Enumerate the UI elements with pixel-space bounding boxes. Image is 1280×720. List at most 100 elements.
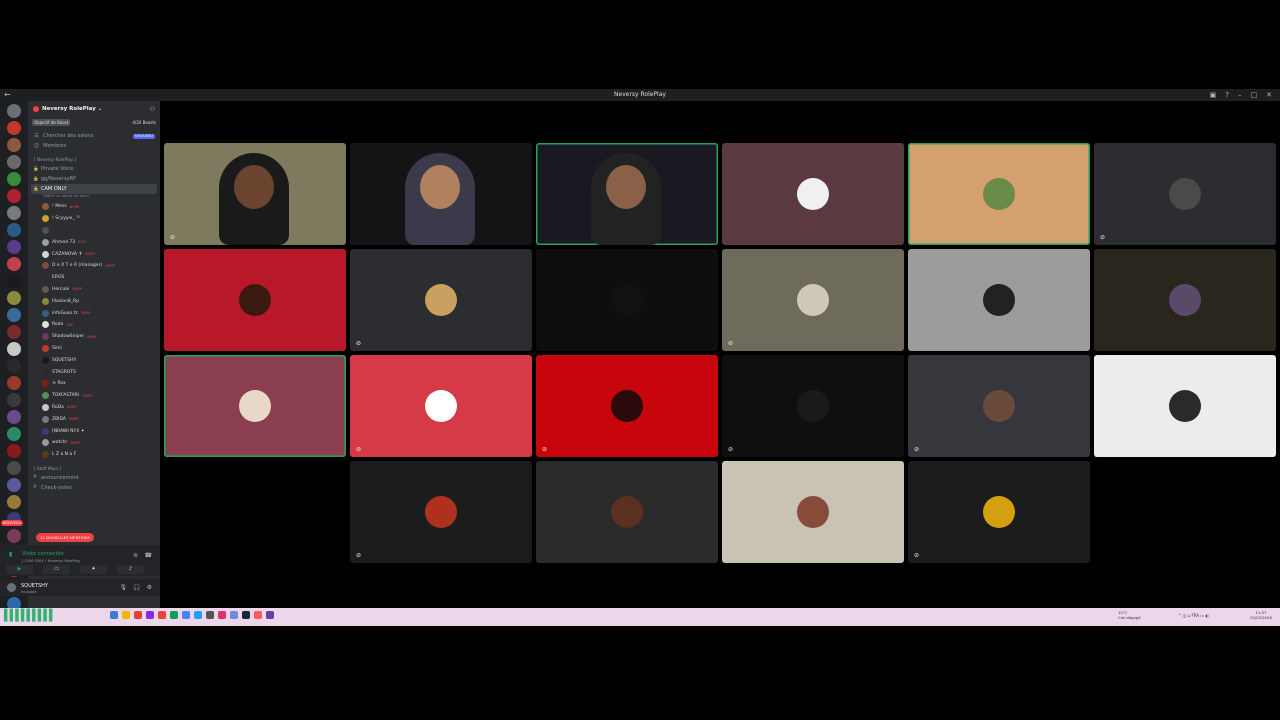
server-icon[interactable] [7, 138, 21, 152]
voice-user[interactable]: Ahmed 73 EGO [28, 236, 160, 248]
voice-user[interactable]: Hercule NVRP [28, 284, 160, 296]
maximize-icon[interactable]: □ [1251, 89, 1258, 101]
noise-suppression-icon[interactable]: ≋ [133, 552, 138, 559]
voice-user[interactable]: STAGROTS [28, 366, 160, 378]
server-icon[interactable] [7, 189, 21, 203]
server-icon[interactable] [7, 393, 21, 407]
taskbar-app-icon[interactable] [254, 611, 262, 619]
participant-tile[interactable] [164, 355, 346, 457]
server-icon[interactable] [7, 597, 21, 608]
participant-tile[interactable] [908, 249, 1090, 351]
server-icon[interactable] [7, 478, 21, 492]
voice-user[interactable]: Simi [28, 343, 160, 355]
taskbar-app-icon[interactable] [134, 611, 142, 619]
participant-tile[interactable] [722, 143, 904, 245]
channel-private-voice[interactable]: 🔒 Private Voice [28, 164, 160, 174]
voice-user[interactable]: watchr NVRP [28, 437, 160, 449]
voice-user[interactable]: ShadowSniper NVRP [28, 331, 160, 343]
category-staff[interactable]: [ Staff Main ] [28, 461, 160, 473]
taskbar-app-icon[interactable] [230, 611, 238, 619]
server-icon[interactable] [7, 257, 21, 271]
taskbar-app-icon[interactable] [110, 611, 118, 619]
system-tray[interactable]: ^ ◫ ⌂ FRA ▭ ◐ [1178, 613, 1209, 618]
participant-tile[interactable]: ⊘ [1094, 143, 1276, 245]
help-icon[interactable]: ? [1225, 89, 1229, 101]
taskbar-app-icon[interactable] [218, 611, 226, 619]
taskbar-app-icon[interactable] [122, 611, 130, 619]
participant-tile[interactable] [722, 461, 904, 563]
camera-icon[interactable]: ▶ [6, 565, 33, 574]
participant-tile[interactable]: ⊘ [722, 355, 904, 457]
server-icon[interactable] [7, 291, 21, 305]
taskbar-app-icon[interactable] [158, 611, 166, 619]
screen-share-icon[interactable]: ▭ [43, 565, 70, 574]
taskbar-app-icon[interactable] [266, 611, 274, 619]
server-icon[interactable] [7, 308, 21, 322]
voice-user[interactable]: Illusion8_Rp [28, 295, 160, 307]
server-icon[interactable] [7, 274, 21, 288]
clock[interactable]: 11:57 25/03/2026 [1250, 610, 1272, 620]
voice-user[interactable]: [NRAWI NYX ✦ [28, 425, 160, 437]
server-icon[interactable] [7, 172, 21, 186]
voice-user[interactable]: ! Mess NVRP [28, 201, 160, 213]
participant-tile[interactable] [536, 249, 718, 351]
category-main[interactable]: [ Neversy RolePlay ] [28, 151, 160, 164]
server-icon[interactable] [7, 325, 21, 339]
participant-tile[interactable]: ⊘ [536, 355, 718, 457]
voice-user[interactable] [28, 225, 160, 237]
participant-tile[interactable]: ⊘ [908, 355, 1090, 457]
participant-tile[interactable] [1094, 249, 1276, 351]
participant-tile[interactable] [164, 249, 346, 351]
taskbar-app-icon[interactable] [182, 611, 190, 619]
gear-icon[interactable]: ⚙ [147, 584, 152, 591]
disconnect-icon[interactable]: ☎ [145, 552, 152, 559]
camera-tile[interactable]: ⊘ [164, 143, 346, 245]
participant-tile[interactable] [536, 461, 718, 563]
invite-icon[interactable]: ⚇ [150, 106, 155, 113]
voice-user[interactable]: Roda OSC [28, 319, 160, 331]
voice-user[interactable]: RoDa NVRP [28, 402, 160, 414]
taskbar-app-icon[interactable] [242, 611, 250, 619]
language-indicator[interactable]: FRA [1191, 613, 1199, 618]
voice-user[interactable]: CAZANOVA ✝ NVRP [28, 248, 160, 260]
voice-location[interactable]: | CAM ONLY / Neversy RolePlay [22, 558, 81, 563]
server-icon[interactable] [7, 223, 21, 237]
members-link[interactable]: ☺ Membres [28, 141, 160, 151]
server-icon[interactable] [7, 104, 21, 118]
channel-cam-only[interactable]: 🔒 CAM ONLY [31, 184, 157, 194]
channel-check-votes[interactable]: # Check-votes [28, 483, 160, 493]
minimize-icon[interactable]: – [1238, 89, 1242, 101]
server-icon[interactable] [7, 240, 21, 254]
taskbar-app-icon[interactable] [170, 611, 178, 619]
camera-tile[interactable] [350, 143, 532, 245]
server-icon[interactable] [7, 410, 21, 424]
activities-icon[interactable]: ✦ [80, 565, 107, 574]
server-icon[interactable] [7, 495, 21, 509]
camera-tile[interactable] [536, 143, 718, 245]
server-icon[interactable] [7, 444, 21, 458]
server-icon[interactable] [7, 121, 21, 135]
close-icon[interactable]: ✕ [1266, 89, 1272, 101]
server-icon[interactable] [7, 342, 21, 356]
server-icon[interactable] [7, 461, 21, 475]
participant-tile[interactable]: ⊘ [350, 249, 532, 351]
participant-tile[interactable]: ⊘ [722, 249, 904, 351]
participant-tile[interactable]: ⊘ [350, 461, 532, 563]
voice-user[interactable]: TOXFASTARI OSRP [28, 390, 160, 402]
taskbar-app-icon[interactable] [206, 611, 214, 619]
server-header[interactable]: Neversy RolePlay ⌄ ⚇ [28, 101, 160, 117]
weather-widget[interactable]: 10°C Ciel dégagé [1118, 610, 1141, 620]
voice-user[interactable]: D e X T e R (manager) NVRP [28, 260, 160, 272]
server-icon[interactable] [7, 359, 21, 373]
taskbar-app-icon[interactable] [146, 611, 154, 619]
avatar[interactable] [7, 583, 16, 592]
channel-announcement[interactable]: # announcement [28, 473, 160, 483]
microphone-icon[interactable]: 🎙 [120, 584, 128, 591]
voice-user[interactable]: SQUETSHY [28, 354, 160, 366]
soundboard-icon[interactable]: ♪ [117, 565, 144, 574]
voice-user[interactable]: L Z a N a F [28, 449, 160, 461]
new-mentions-pill[interactable]: 11 NOUVELLES MENTIONS [36, 533, 95, 542]
channel-gg-neversyrp[interactable]: 🔒 gg/NeversyRP [28, 174, 160, 184]
server-icon[interactable] [7, 206, 21, 220]
server-icon[interactable] [7, 529, 21, 543]
